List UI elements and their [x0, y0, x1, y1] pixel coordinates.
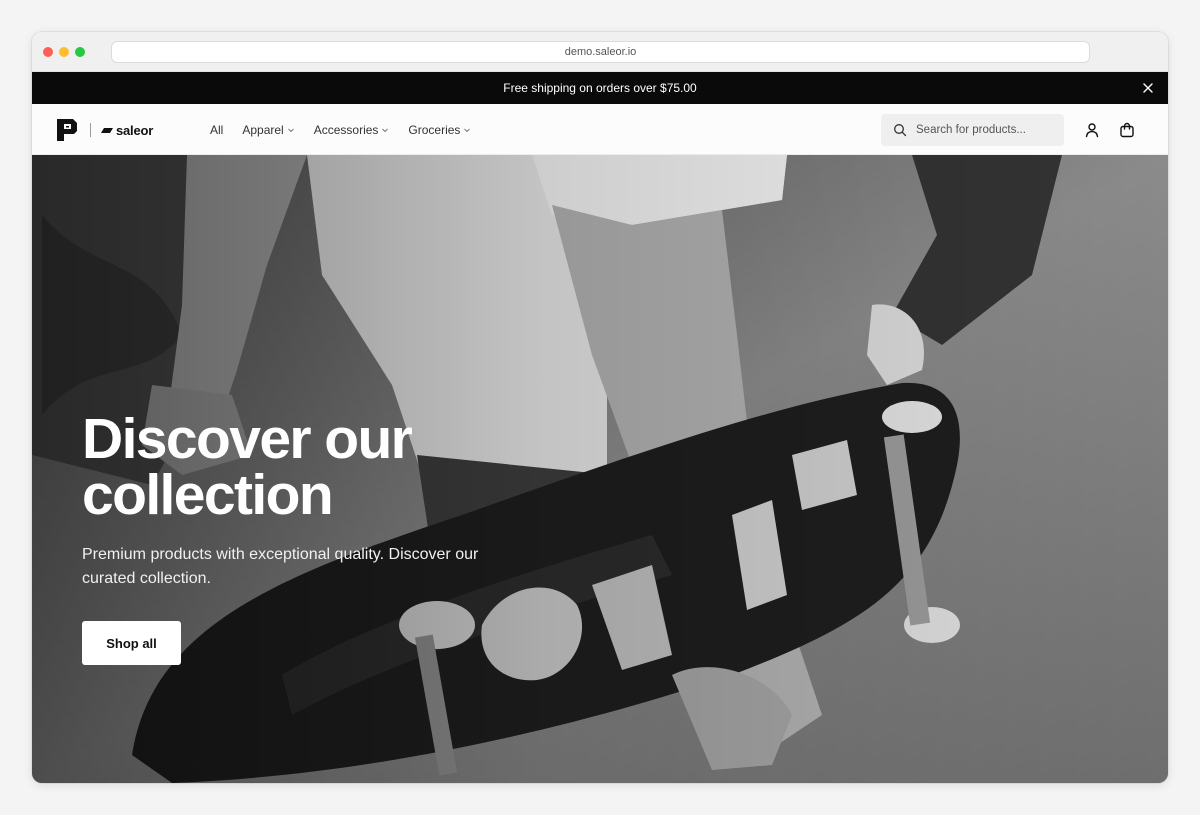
- main-nav: All Apparel Accessories Groceries: [210, 104, 490, 155]
- promo-text: Free shipping on orders over $75.00: [503, 81, 697, 95]
- address-bar[interactable]: demo.saleor.io: [111, 41, 1090, 63]
- nav-item-label: Accessories: [313, 122, 379, 137]
- brand-name: saleor: [116, 122, 154, 138]
- search-icon: [894, 124, 907, 137]
- logo[interactable]: saleor: [56, 118, 153, 142]
- close-icon[interactable]: [1140, 80, 1156, 96]
- maximize-window-button[interactable]: [75, 47, 85, 57]
- browser-window: demo.saleor.io Free shipping on orders o…: [32, 32, 1168, 783]
- nav-item-apparel[interactable]: Apparel: [242, 123, 294, 137]
- site-header: saleor All Apparel Accessories Groceries: [32, 104, 1168, 155]
- nav-item-groceries[interactable]: Groceries: [408, 123, 471, 137]
- logo-divider: [90, 123, 91, 137]
- close-window-button[interactable]: [43, 47, 53, 57]
- hero-title: Discover our collection: [82, 407, 413, 527]
- chevron-down-icon: [464, 128, 471, 132]
- chevron-down-icon: [287, 128, 294, 132]
- user-icon[interactable]: [1083, 121, 1101, 139]
- search-box[interactable]: [881, 114, 1064, 146]
- chevron-down-icon: [382, 128, 389, 132]
- nav-item-label: All: [210, 122, 224, 137]
- nav-item-all[interactable]: All: [210, 123, 223, 137]
- shopping-bag-icon[interactable]: [1118, 121, 1136, 139]
- shop-all-button[interactable]: Shop all: [82, 621, 181, 665]
- minimize-window-button[interactable]: [59, 47, 69, 57]
- promo-banner: Free shipping on orders over $75.00: [32, 72, 1168, 104]
- nav-item-label: Groceries: [408, 122, 461, 137]
- brand-mark-icon: [57, 119, 77, 141]
- nav-item-label: Apparel: [242, 122, 284, 137]
- hero-subtitle: Premium products with exceptional qualit…: [82, 546, 479, 587]
- saleor-mark-icon: [101, 127, 113, 133]
- hero-banner: Discover our collection Premium products…: [32, 155, 1168, 783]
- nav-item-accessories[interactable]: Accessories: [314, 123, 390, 137]
- search-input[interactable]: [916, 124, 1056, 136]
- browser-chrome: demo.saleor.io: [32, 32, 1168, 72]
- brand-wordmark: saleor: [101, 123, 153, 138]
- hero-content: Discover our collection Premium products…: [82, 411, 502, 665]
